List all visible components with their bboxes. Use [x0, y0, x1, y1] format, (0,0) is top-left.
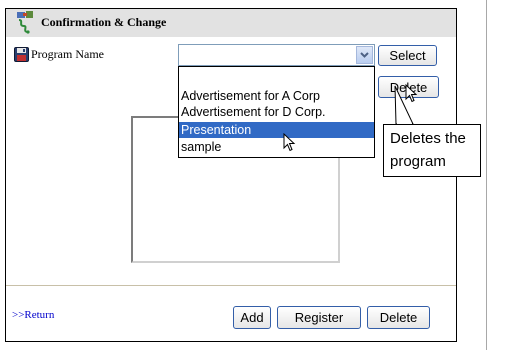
mouse-pointer-icon	[405, 84, 418, 103]
callout-line-1: Deletes the	[390, 130, 466, 147]
add-button[interactable]: Add	[233, 306, 271, 329]
return-link[interactable]: >>Return	[12, 309, 54, 321]
delete-button[interactable]: Delete	[367, 306, 430, 329]
register-button[interactable]: Register	[277, 306, 361, 329]
footer-divider	[6, 285, 456, 286]
callout-line-2: program	[390, 153, 446, 170]
callout-text: Deletes the program	[390, 127, 482, 173]
